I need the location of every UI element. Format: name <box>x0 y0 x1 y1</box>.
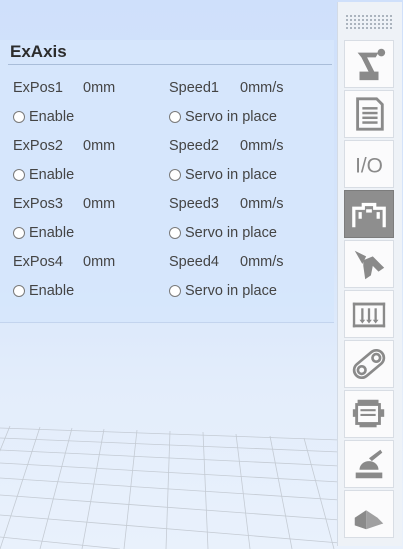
axis-status-row: Enable Servo in place <box>0 164 334 186</box>
radio-circle-icon[interactable] <box>169 285 181 297</box>
enable-radio[interactable]: Enable <box>13 106 74 128</box>
axis-value-row: ExPos1 0mm Speed1 0mm/s <box>0 77 334 99</box>
axis-speed-label: Speed2 <box>169 138 219 154</box>
servo-in-place-label: Servo in place <box>185 225 277 241</box>
axis-position-label: ExPos2 <box>13 138 63 154</box>
motor-button[interactable] <box>344 390 394 438</box>
toolbar-grip-handle[interactable] <box>345 14 393 30</box>
axis-status-row: Enable Servo in place <box>0 222 334 244</box>
panel-title: ExAxis <box>8 40 332 65</box>
axis-value-row: ExPos2 0mm Speed2 0mm/s <box>0 135 334 157</box>
io-icon: I/O <box>350 145 388 183</box>
axis-status-row: Enable Servo in place <box>0 106 334 128</box>
axis-position-value: 0mm <box>83 254 116 270</box>
enable-radio[interactable]: Enable <box>13 164 74 186</box>
servo-in-place-label: Servo in place <box>185 283 277 299</box>
axis-speed-label: Speed4 <box>169 254 219 270</box>
conveyor-button[interactable] <box>344 290 394 338</box>
belt-track-icon <box>350 345 388 383</box>
servo-in-place-label: Servo in place <box>185 167 277 183</box>
enable-radio[interactable]: Enable <box>13 280 74 302</box>
axis-position-label: ExPos1 <box>13 80 63 96</box>
radio-circle-icon[interactable] <box>13 285 25 297</box>
motor-icon <box>350 395 388 433</box>
axis-position-value: 0mm <box>83 138 116 154</box>
radio-circle-icon[interactable] <box>169 227 181 239</box>
axis-position-value: 0mm <box>83 196 116 212</box>
welding-torch-icon <box>350 445 388 483</box>
robot-arm-button[interactable] <box>344 40 394 88</box>
axis-speed-value: 0mm/s <box>240 254 284 270</box>
exaxis-panel: ExAxis ExPos1 0mm Speed1 0mm/s Enable Servo i… <box>0 40 334 323</box>
servo-in-place-label: Servo in place <box>185 109 277 125</box>
external-axis-icon <box>350 195 388 233</box>
conveyor-icon <box>350 295 388 333</box>
robot-arm-icon <box>350 45 388 83</box>
welding-torch-button[interactable] <box>344 440 394 488</box>
radio-circle-icon[interactable] <box>13 169 25 181</box>
axis-position-label: ExPos4 <box>13 254 63 270</box>
axis-value-row: ExPos4 0mm Speed4 0mm/s <box>0 251 334 273</box>
axis-speed-value: 0mm/s <box>240 196 284 212</box>
belt-track-button[interactable] <box>344 340 394 388</box>
enable-label: Enable <box>29 167 75 183</box>
enable-label: Enable <box>29 225 75 241</box>
axis-speed-value: 0mm/s <box>240 80 284 96</box>
axis-value-row: ExPos3 0mm Speed3 0mm/s <box>0 193 334 215</box>
radio-circle-icon[interactable] <box>13 227 25 239</box>
document-icon <box>350 95 388 133</box>
axis-speed-value: 0mm/s <box>240 138 284 154</box>
radio-circle-icon[interactable] <box>169 169 181 181</box>
axis-speed-label: Speed1 <box>169 80 219 96</box>
gripper-icon <box>350 245 388 283</box>
servo-in-place-radio[interactable]: Servo in place <box>169 164 277 186</box>
document-button[interactable] <box>344 90 394 138</box>
right-toolbar: I/O <box>337 2 402 546</box>
radio-circle-icon[interactable] <box>169 111 181 123</box>
io-button[interactable]: I/O <box>344 140 394 188</box>
gripper-button[interactable] <box>344 240 394 288</box>
enable-label: Enable <box>29 283 75 299</box>
servo-in-place-radio[interactable]: Servo in place <box>169 106 277 128</box>
axis-position-value: 0mm <box>83 80 116 96</box>
servo-in-place-radio[interactable]: Servo in place <box>169 222 277 244</box>
corner-frame-icon <box>350 495 388 533</box>
axis-position-label: ExPos3 <box>13 196 63 212</box>
external-axis-button[interactable] <box>344 190 394 238</box>
enable-label: Enable <box>29 109 75 125</box>
radio-circle-icon[interactable] <box>13 111 25 123</box>
enable-radio[interactable]: Enable <box>13 222 74 244</box>
corner-frame-button[interactable] <box>344 490 394 538</box>
axis-speed-label: Speed3 <box>169 196 219 212</box>
axis-status-row: Enable Servo in place <box>0 280 334 302</box>
servo-in-place-radio[interactable]: Servo in place <box>169 280 277 302</box>
io-icon-text: I/O <box>355 155 383 178</box>
